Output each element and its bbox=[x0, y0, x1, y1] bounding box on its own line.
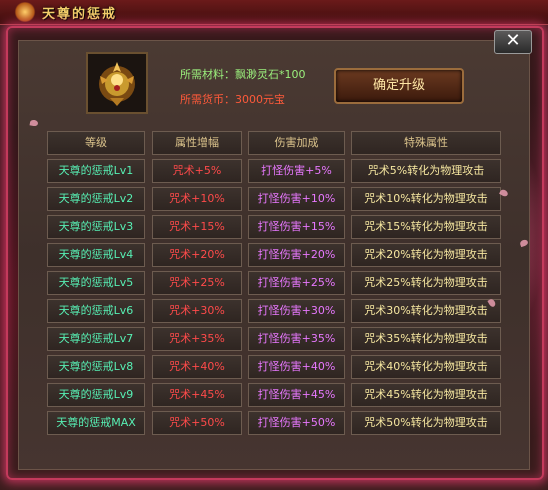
damage-bonus-cell: 打怪伤害+15% bbox=[248, 215, 345, 239]
damage-bonus-cell: 打怪伤害+25% bbox=[248, 271, 345, 295]
header-dmg: 伤害加成 bbox=[248, 131, 345, 155]
level-cell: 天尊的惩戒Lv2 bbox=[47, 187, 145, 211]
attr-boost-cell: 咒术+50% bbox=[152, 411, 242, 435]
attr-boost-cell: 咒术+5% bbox=[152, 159, 242, 183]
special-attr-cell: 咒术5%转化为物理攻击 bbox=[351, 159, 501, 183]
special-attr-cell: 咒术45%转化为物理攻击 bbox=[351, 383, 501, 407]
header-level: 等级 bbox=[47, 131, 145, 155]
level-cell: 天尊的惩戒Lv8 bbox=[47, 355, 145, 379]
close-button[interactable]: ✕ bbox=[494, 30, 532, 54]
level-cell: 天尊的惩戒Lv7 bbox=[47, 327, 145, 351]
level-cell: 天尊的惩戒Lv4 bbox=[47, 243, 145, 267]
attr-boost-cell: 咒术+45% bbox=[152, 383, 242, 407]
header-spec: 特殊属性 bbox=[351, 131, 501, 155]
special-attr-cell: 咒术40%转化为物理攻击 bbox=[351, 355, 501, 379]
level-cell: 天尊的惩戒Lv6 bbox=[47, 299, 145, 323]
golden-ornament-icon bbox=[88, 54, 146, 112]
special-attr-cell: 咒术30%转化为物理攻击 bbox=[351, 299, 501, 323]
attr-boost-cell: 咒术+30% bbox=[152, 299, 242, 323]
attr-boost-cell: 咒术+20% bbox=[152, 243, 242, 267]
attr-boost-cell: 咒术+15% bbox=[152, 215, 242, 239]
level-cell: 天尊的惩戒MAX bbox=[47, 411, 145, 435]
currency-requirement: 所需货币：3000元宝 bbox=[180, 93, 285, 106]
special-attr-cell: 咒术50%转化为物理攻击 bbox=[351, 411, 501, 435]
damage-bonus-cell: 打怪伤害+10% bbox=[248, 187, 345, 211]
special-attr-cell: 咒术15%转化为物理攻击 bbox=[351, 215, 501, 239]
special-attr-cell: 咒术20%转化为物理攻击 bbox=[351, 243, 501, 267]
close-icon: ✕ bbox=[505, 30, 521, 51]
attr-boost-cell: 咒术+10% bbox=[152, 187, 242, 211]
damage-bonus-cell: 打怪伤害+20% bbox=[248, 243, 345, 267]
special-attr-cell: 咒术10%转化为物理攻击 bbox=[351, 187, 501, 211]
level-cell: 天尊的惩戒Lv5 bbox=[47, 271, 145, 295]
level-cell: 天尊的惩戒Lv9 bbox=[47, 383, 145, 407]
special-attr-cell: 咒术25%转化为物理攻击 bbox=[351, 271, 501, 295]
damage-bonus-cell: 打怪伤害+40% bbox=[248, 355, 345, 379]
attr-boost-cell: 咒术+35% bbox=[152, 327, 242, 351]
damage-bonus-cell: 打怪伤害+5% bbox=[248, 159, 345, 183]
damage-bonus-cell: 打怪伤害+35% bbox=[248, 327, 345, 351]
window-title: 天尊的惩戒 bbox=[42, 7, 118, 22]
attr-boost-cell: 咒术+40% bbox=[152, 355, 242, 379]
damage-bonus-cell: 打怪伤害+45% bbox=[248, 383, 345, 407]
level-cell: 天尊的惩戒Lv3 bbox=[47, 215, 145, 239]
damage-bonus-cell: 打怪伤害+30% bbox=[248, 299, 345, 323]
materials-requirement: 所需材料：飘渺灵石*100 bbox=[180, 68, 306, 81]
header-attr: 属性增幅 bbox=[152, 131, 242, 155]
title-emblem-icon bbox=[14, 2, 36, 22]
confirm-upgrade-button[interactable]: 确定升级 bbox=[334, 68, 464, 104]
attr-boost-cell: 咒术+25% bbox=[152, 271, 242, 295]
title-bar: 天尊的惩戒 bbox=[0, 0, 548, 25]
special-attr-cell: 咒术35%转化为物理攻击 bbox=[351, 327, 501, 351]
item-slot[interactable] bbox=[86, 52, 148, 114]
damage-bonus-cell: 打怪伤害+50% bbox=[248, 411, 345, 435]
level-cell: 天尊的惩戒Lv1 bbox=[47, 159, 145, 183]
